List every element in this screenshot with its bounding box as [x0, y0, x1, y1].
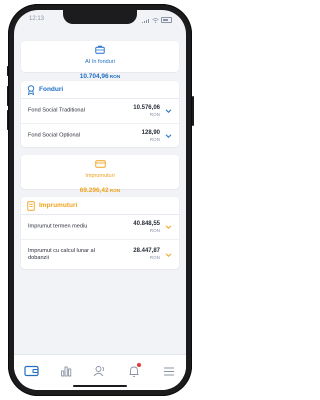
fund-summary-card[interactable]: AI în fonduri 10.704,96RON — [21, 41, 179, 80]
phone-notch — [63, 10, 137, 24]
signal-icon — [141, 17, 150, 23]
tab-notifications[interactable] — [126, 363, 142, 378]
fund-currency: RON — [149, 112, 160, 117]
volume-down-button — [6, 110, 8, 130]
status-time: 12:13 — [29, 16, 45, 22]
fund-amount: 128,90 — [141, 130, 160, 136]
funds-card: Fonduri Fond Social Traditional 10.576,0… — [21, 81, 179, 147]
tab-statistics[interactable] — [58, 364, 74, 378]
ribbon-badge-icon — [27, 84, 35, 95]
tab-menu[interactable] — [161, 364, 177, 378]
loan-currency: RON — [149, 255, 160, 260]
menu-icon — [163, 367, 174, 375]
tab-members[interactable] — [92, 364, 108, 378]
loan-row[interactable]: Imprumut cu calcul lunar al dobanzii 28.… — [21, 240, 179, 270]
mute-switch — [6, 66, 8, 76]
home-indicator — [73, 385, 127, 387]
loan-row[interactable]: Imprumut termen mediu 40.848,55 RON — [21, 215, 179, 240]
loans-header: Imprumuturi — [21, 197, 179, 215]
chevron-down-icon[interactable] — [165, 109, 172, 114]
bottom-tab-bar — [14, 354, 186, 390]
app-screen: 12:13 AI în fonduri 10.704,96RON Fonduri… — [14, 10, 186, 390]
document-icon — [27, 200, 35, 211]
funds-title: Fonduri — [39, 86, 64, 93]
fund-summary-amount: 10.704,96 — [79, 73, 109, 80]
chevron-down-icon[interactable] — [165, 134, 172, 139]
loan-summary-label: Imprumuturi — [85, 173, 115, 179]
power-button — [192, 96, 194, 126]
fund-summary-currency: RON — [109, 75, 121, 80]
loans-card: Imprumuturi Imprumut termen mediu 40.848… — [21, 197, 179, 269]
users-icon — [94, 366, 105, 377]
volume-up-button — [6, 86, 8, 106]
loan-summary-card[interactable]: Imprumuturi 69.296,42RON — [21, 155, 179, 194]
wallet-card-icon — [94, 160, 106, 168]
fund-amount: 10.576,06 — [133, 105, 160, 111]
loan-name: Imprumut termen mediu — [28, 223, 88, 230]
fund-summary-label: AI în fonduri — [85, 59, 115, 65]
fund-name: Fond Social Optional — [28, 132, 80, 139]
fund-name: Fond Social Traditional — [28, 107, 85, 114]
funds-header: Fonduri — [21, 81, 179, 99]
loan-amount: 28.447,87 — [133, 248, 160, 254]
loan-summary-currency: RON — [109, 189, 121, 194]
bar-chart-icon — [60, 366, 71, 377]
chevron-down-icon[interactable] — [165, 225, 172, 230]
notification-badge — [137, 363, 142, 367]
tab-wallet[interactable] — [23, 364, 39, 378]
wifi-icon — [152, 17, 159, 23]
chevron-down-icon[interactable] — [165, 253, 172, 258]
fund-row[interactable]: Fond Social Traditional 10.576,06 RON — [21, 99, 179, 124]
fund-row[interactable]: Fond Social Optional 128,90 RON — [21, 124, 179, 148]
fund-currency: RON — [149, 137, 160, 142]
loans-title: Imprumuturi — [39, 202, 78, 209]
loan-name: Imprumut cu calcul lunar al dobanzii — [28, 248, 95, 261]
loan-currency: RON — [149, 228, 160, 233]
briefcase-icon — [95, 45, 105, 54]
wallet-icon — [24, 365, 39, 377]
loan-summary-amount: 69.296,42 — [79, 187, 109, 194]
loan-amount: 40.848,55 — [133, 221, 160, 227]
battery-icon — [161, 17, 172, 23]
